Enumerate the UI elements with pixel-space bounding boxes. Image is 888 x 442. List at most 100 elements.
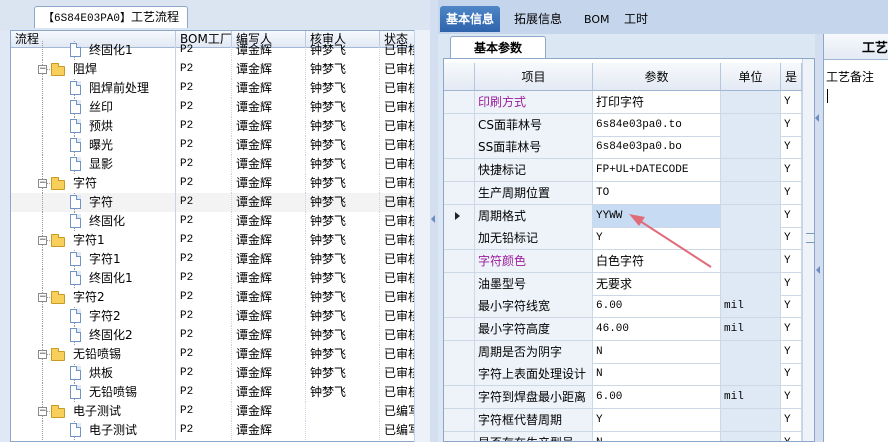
collapse-grid-icon[interactable] (816, 266, 820, 274)
tab-basic-info[interactable]: 基本信息 (440, 6, 501, 32)
param-flag-cell[interactable]: Y (781, 409, 802, 432)
param-row[interactable]: 生产周期位置 TO Y (444, 182, 814, 205)
param-value-cell[interactable]: Y (593, 409, 721, 432)
param-row[interactable]: 字符上表面处理设计 N Y (444, 363, 814, 386)
param-flag-cell[interactable]: Y (781, 114, 802, 137)
tree-row[interactable]: 丝印 P2 谭金辉 钟梦飞 已审核 (11, 98, 414, 117)
param-flag-cell[interactable]: Y (781, 363, 802, 386)
tree-expander-icon[interactable]: − (38, 407, 47, 416)
param-row[interactable]: 周期是否为阴字 N Y (444, 341, 814, 364)
tree-row[interactable]: 字符 P2 谭金辉 钟梦飞 已审核 (11, 193, 414, 212)
param-flag-cell[interactable]: Y (781, 295, 802, 318)
tab-bom[interactable]: BOM (578, 8, 616, 31)
header-param[interactable]: 参数 (593, 63, 721, 91)
tree-row[interactable]: − 阻焊 P2 谭金辉 钟梦飞 已审核 (11, 60, 414, 79)
param-value-cell[interactable]: Y (593, 227, 721, 250)
tree-row[interactable]: − 字符1 P2 谭金辉 钟梦飞 已审核 (11, 231, 414, 250)
param-flag-cell[interactable]: Y (781, 432, 802, 441)
tree-scrollbar[interactable] (414, 30, 430, 442)
tab-process-flow[interactable]: 【6S84E03PA0】工艺流程 (34, 6, 189, 28)
param-row[interactable]: 最小字符高度 46.00 mil Y (444, 318, 814, 341)
tree-row[interactable]: − 无铅喷锡 P2 谭金辉 钟梦飞 已审核 (11, 345, 414, 364)
param-row[interactable]: 最小字符线宽 6.00 mil Y (444, 295, 814, 318)
param-value-cell[interactable]: 6.00 (593, 295, 721, 318)
tree-expander-icon[interactable]: − (38, 350, 47, 359)
tree-row[interactable]: 字符1 P2 谭金辉 钟梦飞 已审核 (11, 250, 414, 269)
param-flag-cell[interactable]: Y (781, 136, 802, 159)
tree-row[interactable]: 烘板 P2 谭金辉 钟梦飞 已审核 (11, 364, 414, 383)
header-item[interactable]: 项目 (475, 63, 593, 91)
grid-scrollbar[interactable] (802, 59, 814, 441)
param-flag-cell[interactable]: Y (781, 318, 802, 341)
param-value-cell[interactable]: 白色字符 (593, 250, 721, 273)
param-flag-cell[interactable]: Y (781, 250, 802, 273)
param-value-cell[interactable]: FP+UL+DATECODE (593, 159, 721, 182)
param-row[interactable]: 快捷标记 FP+UL+DATECODE Y (444, 159, 814, 182)
param-flag-cell[interactable]: Y (781, 159, 802, 182)
param-row[interactable]: CS面菲林号 6s84e03pa0.to Y (444, 114, 814, 137)
panel-splitter[interactable] (430, 0, 438, 442)
status-cell: 已审核 (384, 100, 414, 114)
param-value-cell[interactable]: YYWW (593, 205, 721, 228)
tree-row[interactable]: 字符2 P2 谭金辉 钟梦飞 已审核 (11, 307, 414, 326)
tree-row[interactable]: − 电子测试 P2 谭金辉 已编写 (11, 402, 414, 421)
tree-row[interactable]: 曝光 P2 谭金辉 钟梦飞 已审核 (11, 136, 414, 155)
collapse-notes-icon[interactable] (815, 114, 819, 122)
param-row[interactable]: 周期格式 YYWW Y (444, 205, 814, 228)
tree-row[interactable]: 终固化1 P2 谭金辉 钟梦飞 已审核 (11, 269, 414, 288)
tree-row[interactable]: 终固化2 P2 谭金辉 钟梦飞 已审核 (11, 326, 414, 345)
folder-icon (51, 291, 65, 304)
param-row[interactable]: 油墨型号 无要求 Y (444, 273, 814, 296)
param-flag-cell[interactable]: Y (781, 91, 802, 114)
param-flag-cell[interactable]: Y (781, 205, 802, 228)
param-row[interactable]: 字符框代替周期 Y Y (444, 409, 814, 432)
tab-extended-info[interactable]: 拓展信息 (508, 8, 568, 31)
tree-expander-icon[interactable]: − (38, 65, 47, 74)
param-flag-cell[interactable]: Y (781, 182, 802, 205)
tab-notes[interactable]: 工艺 (824, 34, 888, 60)
tree-row[interactable]: 终固化 P2 谭金辉 钟梦飞 已审核 (11, 212, 414, 231)
process-tree-grid[interactable]: 流程 BOM工厂 编写人 核审人 状态 终固化1 P2 谭金辉 钟梦飞 已审核 … (10, 30, 415, 442)
tree-row[interactable]: 无铅喷锡 P2 谭金辉 钟梦飞 已审核 (11, 383, 414, 402)
tree-row[interactable]: − 字符2 P2 谭金辉 钟梦飞 已审核 (11, 288, 414, 307)
scroll-thumb-grip[interactable] (806, 233, 814, 243)
tab-work-hours[interactable]: 工时 (618, 8, 654, 31)
param-row[interactable]: 印刷方式 打印字符 Y (444, 91, 814, 114)
param-row[interactable]: 加无铅标记 Y Y (444, 227, 814, 250)
param-value-cell[interactable]: 46.00 (593, 318, 721, 341)
editor-cell: 谭金辉 (232, 231, 306, 250)
param-value-cell[interactable]: 6.00 (593, 386, 721, 409)
param-flag-cell[interactable]: Y (781, 227, 802, 250)
tab-basic-params[interactable]: 基本参数 (450, 36, 546, 58)
tree-expander-icon[interactable]: − (38, 236, 47, 245)
basic-params-grid[interactable]: 项目 参数 单位 是 印刷方式 打印字符 Y CS面菲林号 6s84e03pa0… (443, 58, 815, 442)
tree-expander-icon[interactable]: − (38, 293, 47, 302)
param-flag-cell[interactable]: Y (781, 273, 802, 296)
flow-cell: − 电子测试 (11, 402, 176, 421)
tree-expander-icon[interactable]: − (38, 179, 47, 188)
tree-row[interactable]: 电子测试 P2 谭金辉 已编写 (11, 421, 414, 440)
header-unit[interactable]: 单位 (721, 63, 781, 91)
param-value-cell[interactable]: N (593, 432, 721, 441)
param-value-cell[interactable]: TO (593, 182, 721, 205)
param-flag-cell[interactable]: Y (781, 386, 802, 409)
param-row[interactable]: 字符颜色 白色字符 Y (444, 250, 814, 273)
tree-row[interactable]: 阻焊前处理 P2 谭金辉 钟梦飞 已审核 (11, 79, 414, 98)
param-row[interactable]: 是否存在生产型号 N Y (444, 432, 814, 441)
param-flag-cell[interactable]: Y (781, 341, 802, 364)
param-value-cell[interactable]: 打印字符 (593, 91, 721, 114)
param-value-cell[interactable]: 6s84e03pa0.bo (593, 136, 721, 159)
param-value-cell[interactable]: N (593, 341, 721, 364)
tree-row[interactable]: − 字符 P2 谭金辉 钟梦飞 已审核 (11, 174, 414, 193)
param-value-cell[interactable]: 无要求 (593, 273, 721, 296)
param-value-cell[interactable]: 6s84e03pa0.to (593, 114, 721, 137)
tree-row[interactable]: 终固化1 P2 谭金辉 钟梦飞 已审核 (11, 41, 414, 60)
param-row[interactable]: SS面菲林号 6s84e03pa0.bo Y (444, 136, 814, 159)
param-value-cell[interactable]: N (593, 363, 721, 386)
collapse-left-icon[interactable] (431, 215, 435, 223)
notes-splitter[interactable] (815, 34, 823, 442)
header-flag[interactable]: 是 (781, 63, 802, 91)
param-row[interactable]: 字符到焊盘最小距离 6.00 mil Y (444, 386, 814, 409)
tree-row[interactable]: 预烘 P2 谭金辉 钟梦飞 已审核 (11, 117, 414, 136)
tree-row[interactable]: 显影 P2 谭金辉 钟梦飞 已审核 (11, 155, 414, 174)
